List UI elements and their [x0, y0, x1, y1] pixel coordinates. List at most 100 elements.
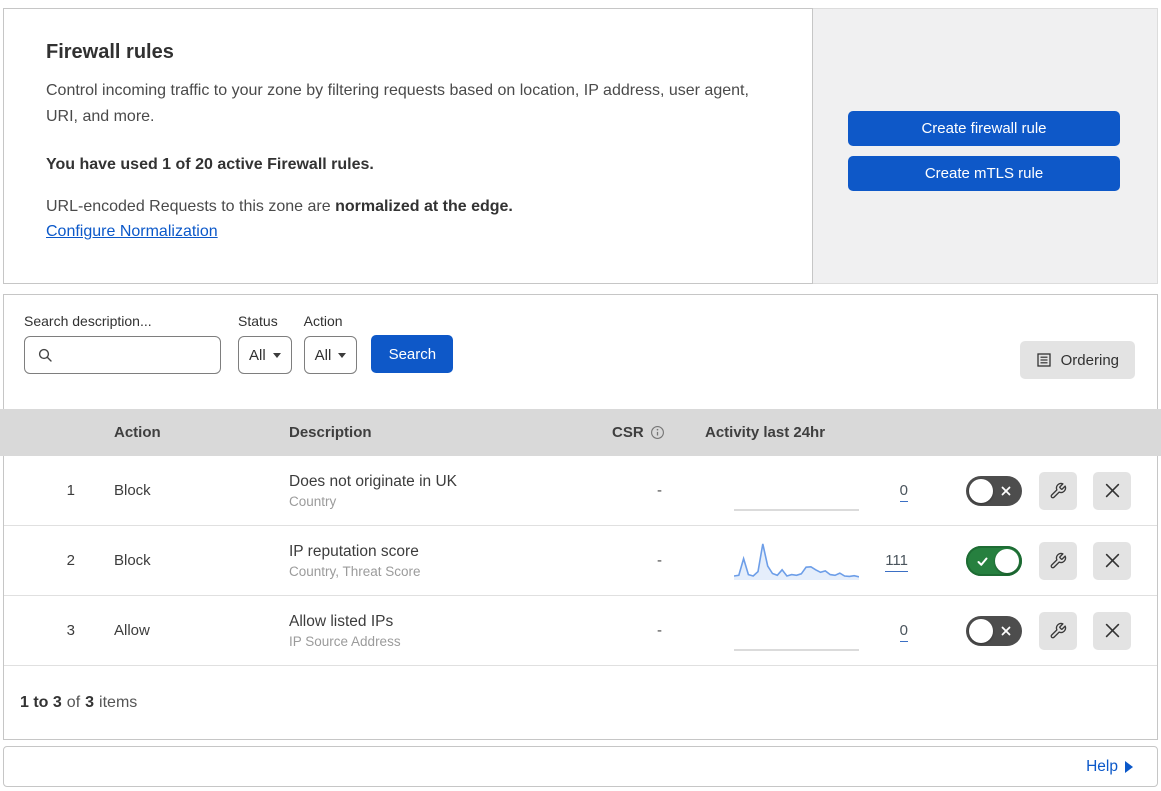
- configure-normalization-link[interactable]: Configure Normalization: [46, 223, 218, 241]
- rule-number: 3: [66, 622, 75, 639]
- rule-fields: Country, Threat Score: [289, 563, 421, 579]
- rule-action: Block: [114, 482, 151, 499]
- chevron-down-icon: [272, 352, 281, 358]
- wrench-icon: [1049, 622, 1067, 640]
- delete-rule-button[interactable]: [1093, 611, 1131, 650]
- activity-count-link[interactable]: 111: [885, 552, 908, 572]
- activity-sparkline: [734, 610, 859, 652]
- header-description: Description: [289, 424, 372, 441]
- rules-list: 1 Block Does not originate in UK Country - 0 2…: [4, 456, 1157, 666]
- intro-description: Control incoming traffic to your zone by…: [46, 82, 749, 125]
- activity-count-link[interactable]: 0: [899, 482, 908, 502]
- wrench-icon: [1049, 552, 1067, 570]
- check-icon: [976, 555, 989, 568]
- header-csr-label: CSR: [612, 424, 644, 441]
- activity-sparkline: [734, 470, 859, 512]
- x-icon: [1001, 626, 1011, 636]
- page-title: Firewall rules: [46, 41, 174, 63]
- rule-description-cell: Does not originate in UK Country: [259, 473, 581, 509]
- rule-number: 2: [66, 552, 75, 569]
- chevron-down-icon: [338, 352, 347, 358]
- wrench-icon: [1049, 482, 1067, 500]
- rule-fields: IP Source Address: [289, 633, 401, 649]
- header-csr: CSR: [585, 424, 690, 441]
- close-icon: [1105, 483, 1120, 498]
- usage-text: You have used 1 of 20 active Firewall ru…: [46, 156, 374, 173]
- filter-bar: Search description... Status All Action …: [4, 295, 1157, 409]
- rule-description: IP reputation score: [289, 542, 419, 560]
- rule-enabled-toggle[interactable]: [966, 615, 1022, 646]
- normalization-text: URL-encoded Requests to this zone are no…: [46, 198, 770, 216]
- edit-rule-button[interactable]: [1039, 611, 1077, 650]
- ordering-button[interactable]: Ordering: [1019, 341, 1135, 379]
- toggle-knob: [969, 478, 993, 503]
- status-dropdown[interactable]: All: [238, 336, 292, 374]
- rule-description: Does not originate in UK: [289, 472, 458, 490]
- search-label: Search description...: [24, 313, 152, 329]
- status-group: Status All: [238, 313, 292, 374]
- edit-rule-button[interactable]: [1039, 471, 1077, 510]
- header-action: Action: [114, 424, 161, 441]
- activity-count-link[interactable]: 0: [899, 622, 908, 642]
- table-row: 3 Allow Allow listed IPs IP Source Address -…: [4, 596, 1157, 666]
- rule-action: Allow: [114, 622, 150, 639]
- rule-csr-value: -: [657, 622, 662, 639]
- table-row: 1 Block Does not originate in UK Country - 0: [4, 456, 1157, 526]
- action-dropdown[interactable]: All: [303, 336, 358, 374]
- create-mtls-rule-button[interactable]: Create mTLS rule: [848, 156, 1120, 191]
- normalization-text-plain: URL-encoded Requests to this zone are: [46, 198, 336, 215]
- search-group: Search description...: [24, 313, 221, 374]
- rule-enabled-toggle[interactable]: [966, 475, 1022, 506]
- magnifier-icon: [37, 347, 54, 364]
- close-icon: [1105, 553, 1120, 568]
- header-activity: Activity last 24hr: [705, 424, 826, 441]
- create-firewall-rule-button[interactable]: Create firewall rule: [848, 111, 1120, 146]
- delete-rule-button[interactable]: [1093, 471, 1131, 510]
- activity-sparkline: [733, 540, 860, 582]
- footer-of: of: [66, 694, 81, 711]
- table-row: 2 Block IP reputation score Country, Threat…: [4, 526, 1157, 596]
- rule-activity-cell: 0: [686, 470, 936, 512]
- edit-rule-button[interactable]: [1039, 541, 1077, 580]
- x-icon: [1001, 486, 1011, 496]
- status-label: Status: [238, 313, 278, 329]
- help-link-label: Help: [1086, 757, 1118, 775]
- rule-description-cell: Allow listed IPs IP Source Address: [259, 613, 581, 649]
- rule-fields: Country: [289, 493, 337, 509]
- status-dropdown-value: All: [249, 346, 266, 364]
- rule-description: Allow listed IPs: [289, 612, 394, 630]
- action-filter-label: Action: [303, 313, 343, 329]
- delete-rule-button[interactable]: [1093, 541, 1131, 580]
- footer-items: items: [99, 694, 138, 711]
- rule-csr-value: -: [657, 552, 662, 569]
- search-input[interactable]: [62, 346, 212, 364]
- search-button[interactable]: Search: [371, 335, 454, 373]
- intro-card: Firewall rules Control incoming traffic …: [3, 8, 813, 284]
- action-group: Action All: [303, 313, 358, 374]
- rule-number: 1: [66, 482, 75, 499]
- rule-enabled-toggle[interactable]: [966, 545, 1022, 576]
- help-link[interactable]: Help: [1086, 758, 1133, 776]
- info-circle-icon[interactable]: [650, 425, 665, 440]
- top-section: Firewall rules Control incoming traffic …: [3, 8, 1158, 284]
- action-dropdown-value: All: [314, 346, 332, 364]
- rule-description-cell: IP reputation score Country, Threat Score: [259, 543, 581, 579]
- toggle-knob: [969, 618, 993, 643]
- footer-total: 3: [85, 694, 95, 711]
- rule-action: Block: [114, 552, 151, 569]
- table-footer: 1 to 3 of 3 items: [4, 666, 1157, 740]
- footer-range: 1 to 3: [20, 694, 62, 711]
- table-header: Action Description CSR Activity last 24h…: [0, 409, 1161, 456]
- normalization-text-bold: normalized at the edge.: [335, 198, 513, 215]
- arrow-right-icon: [1125, 760, 1133, 773]
- actions-panel: Create firewall rule Create mTLS rule: [813, 8, 1158, 284]
- search-box[interactable]: [24, 336, 221, 374]
- rule-activity-cell: 111: [686, 540, 936, 582]
- rule-activity-cell: 0: [686, 610, 936, 652]
- rules-panel: Search description... Status All Action …: [0, 294, 1161, 740]
- bottom-bar: Help: [3, 746, 1158, 787]
- rule-csr-value: -: [657, 482, 662, 499]
- list-box-icon: [1036, 352, 1052, 368]
- ordering-button-label: Ordering: [1060, 351, 1119, 369]
- close-icon: [1105, 623, 1120, 638]
